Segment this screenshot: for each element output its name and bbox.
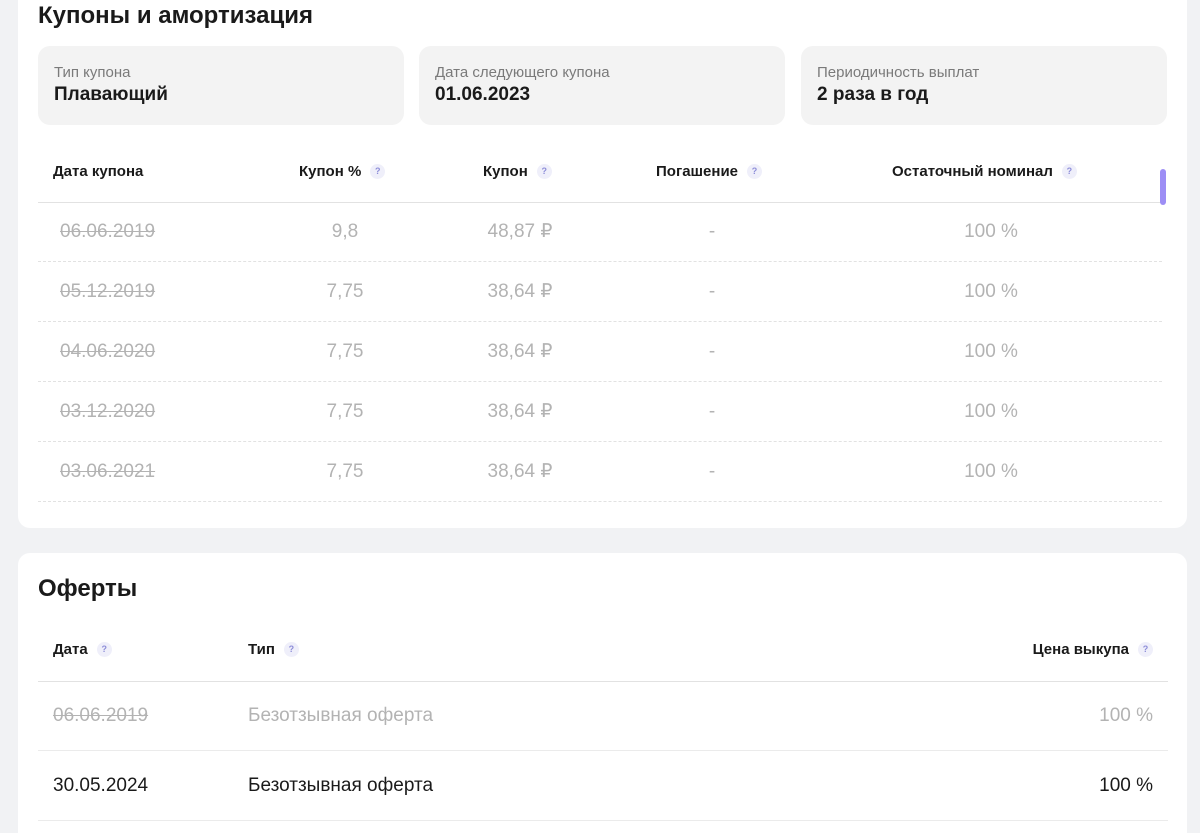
col-header-coupon-date-label: Дата купона bbox=[53, 163, 144, 180]
coupons-title: Купоны и амортизация bbox=[38, 2, 314, 29]
residual-nominal: 100 % bbox=[964, 401, 1018, 422]
help-icon[interactable]: ? bbox=[747, 164, 763, 179]
col-header-coupon-amount: Купон ? bbox=[483, 163, 552, 180]
coupon-date: 06.06.2019 bbox=[60, 221, 156, 242]
offer-date: 30.05.2024 bbox=[53, 775, 149, 796]
next-coupon-date-label: Дата следующего купона bbox=[435, 64, 610, 81]
buyback-price: 100 % bbox=[1099, 775, 1153, 796]
coupon-date: 03.06.2021 bbox=[60, 461, 156, 482]
next-coupon-date-value: 01.06.2023 bbox=[435, 84, 531, 105]
offers-card: Оферты Дата ? Тип ? Цена выкупа ? 06.06.… bbox=[18, 553, 1187, 833]
coupon-rate: 7,75 bbox=[326, 461, 364, 482]
coupon-amount: 38,64 ₽ bbox=[487, 401, 553, 422]
coupon-date: 03.12.2020 bbox=[60, 401, 156, 422]
col-header-offer-type-label: Тип bbox=[248, 641, 275, 658]
coupon-rate: 7,75 bbox=[326, 341, 364, 362]
coupon-rate: 7,75 bbox=[326, 401, 364, 422]
table-scrollbar[interactable] bbox=[1160, 169, 1166, 205]
col-header-offer-date-label: Дата bbox=[53, 641, 88, 658]
offer-type: Безотзывная оферта bbox=[248, 775, 434, 796]
col-header-offer-type: Тип ? bbox=[248, 641, 299, 658]
payment-frequency-box: Периодичность выплат 2 раза в год bbox=[801, 46, 1167, 125]
payment-frequency-value: 2 раза в год bbox=[817, 84, 929, 105]
table-row: 06.06.2019 9,8 48,87 ₽ - 100 % bbox=[38, 202, 1162, 262]
offer-type: Безотзывная оферта bbox=[248, 705, 434, 726]
table-row: 05.12.2019 7,75 38,64 ₽ - 100 % bbox=[38, 262, 1162, 322]
col-header-buyback-price-label: Цена выкупа bbox=[1032, 641, 1129, 658]
repayment: - bbox=[708, 281, 716, 302]
help-icon[interactable]: ? bbox=[536, 164, 552, 179]
table-row: 30.05.2024 Безотзывная оферта 100 % bbox=[38, 751, 1168, 821]
coupon-date: 05.12.2019 bbox=[60, 281, 156, 302]
repayment: - bbox=[708, 461, 716, 482]
col-header-coupon-rate: Купон % ? bbox=[299, 163, 386, 180]
col-header-offer-date: Дата ? bbox=[53, 641, 112, 658]
table-row: 04.06.2020 7,75 38,64 ₽ - 100 % bbox=[38, 322, 1162, 382]
col-header-coupon-date: Дата купона bbox=[53, 163, 143, 180]
coupon-type-box: Тип купона Плавающий bbox=[38, 46, 404, 125]
col-header-coupon-rate-label: Купон % bbox=[299, 163, 362, 180]
help-icon[interactable]: ? bbox=[1061, 164, 1077, 179]
help-icon[interactable]: ? bbox=[1138, 642, 1153, 657]
help-icon[interactable]: ? bbox=[283, 642, 299, 657]
offers-title: Оферты bbox=[38, 575, 138, 602]
repayment: - bbox=[708, 341, 716, 362]
coupon-rate: 7,75 bbox=[326, 281, 364, 302]
col-header-coupon-amount-label: Купон bbox=[483, 163, 528, 180]
help-icon[interactable]: ? bbox=[96, 642, 112, 657]
table-row: 03.12.2020 7,75 38,64 ₽ - 100 % bbox=[38, 382, 1162, 442]
coupon-amount: 38,64 ₽ bbox=[487, 341, 553, 362]
coupon-amount: 48,87 ₽ bbox=[487, 221, 553, 242]
coupon-type-value: Плавающий bbox=[54, 84, 168, 105]
payment-frequency-label: Периодичность выплат bbox=[817, 64, 980, 81]
repayment: - bbox=[708, 401, 716, 422]
next-coupon-date-box: Дата следующего купона 01.06.2023 bbox=[419, 46, 785, 125]
coupon-type-label: Тип купона bbox=[54, 64, 131, 81]
help-icon[interactable]: ? bbox=[370, 164, 386, 179]
coupon-amount: 38,64 ₽ bbox=[487, 281, 553, 302]
offer-date: 06.06.2019 bbox=[53, 705, 149, 726]
col-header-residual-nominal: Остаточный номинал ? bbox=[892, 163, 1077, 180]
residual-nominal: 100 % bbox=[964, 281, 1018, 302]
col-header-buyback-price: Цена выкупа ? bbox=[1033, 641, 1153, 658]
residual-nominal: 100 % bbox=[964, 221, 1018, 242]
residual-nominal: 100 % bbox=[964, 341, 1018, 362]
col-header-repayment: Погашение ? bbox=[656, 163, 763, 180]
coupon-date: 04.06.2020 bbox=[60, 341, 156, 362]
coupon-rate: 9,8 bbox=[331, 221, 359, 242]
coupons-card: Купоны и амортизация Тип купона Плавающи… bbox=[18, 0, 1187, 528]
col-header-repayment-label: Погашение bbox=[656, 163, 739, 180]
repayment: - bbox=[708, 221, 716, 242]
coupon-table-body[interactable]: 06.06.2019 9,8 48,87 ₽ - 100 % 05.12.201… bbox=[38, 202, 1162, 507]
col-header-residual-nominal-label: Остаточный номинал bbox=[892, 163, 1053, 180]
residual-nominal: 100 % bbox=[964, 461, 1018, 482]
table-row: 03.06.2021 7,75 38,64 ₽ - 100 % bbox=[38, 442, 1162, 502]
buyback-price: 100 % bbox=[1099, 705, 1153, 726]
coupon-amount: 38,64 ₽ bbox=[487, 461, 553, 482]
table-row: 06.06.2019 Безотзывная оферта 100 % bbox=[38, 681, 1168, 751]
